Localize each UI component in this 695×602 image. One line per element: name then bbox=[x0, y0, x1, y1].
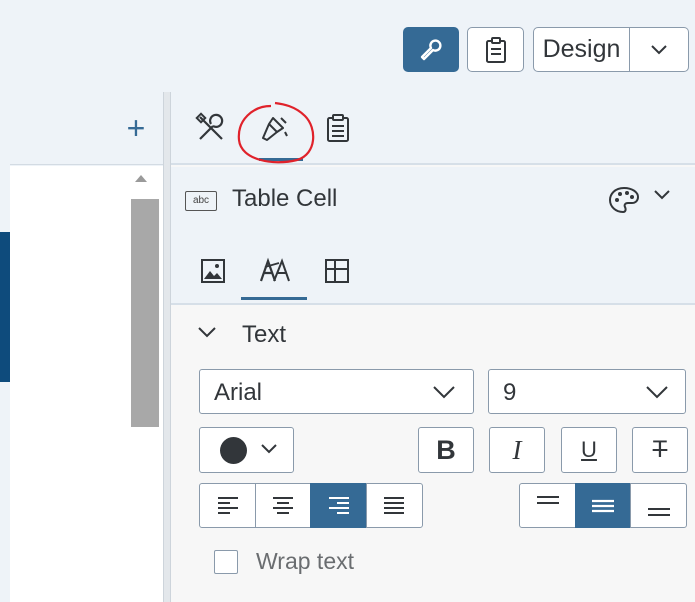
text-color-button[interactable] bbox=[199, 427, 294, 473]
selected-sub-tab-underline bbox=[241, 297, 307, 300]
align-top-icon bbox=[536, 495, 559, 504]
chevron-down-icon bbox=[651, 44, 667, 54]
align-left-button[interactable] bbox=[199, 483, 256, 528]
text-style-icon bbox=[259, 257, 290, 282]
align-center-button[interactable] bbox=[254, 483, 312, 528]
tab-image[interactable] bbox=[193, 251, 233, 291]
chevron-down-icon bbox=[261, 444, 277, 454]
align-top-button[interactable] bbox=[519, 483, 576, 528]
clipboard-button[interactable] bbox=[467, 27, 524, 72]
align-justify-icon bbox=[384, 496, 404, 514]
tools-button[interactable] bbox=[403, 27, 459, 72]
palette-icon[interactable] bbox=[607, 185, 641, 215]
color-swatch bbox=[220, 437, 247, 464]
font-family-select[interactable]: Arial bbox=[199, 369, 474, 414]
wrap-text-label: Wrap text bbox=[256, 548, 354, 574]
left-edge bbox=[0, 92, 10, 232]
align-bottom-icon bbox=[647, 507, 670, 516]
chevron-down-icon bbox=[646, 386, 668, 399]
font-size-value: 9 bbox=[503, 379, 517, 406]
chevron-down-icon bbox=[198, 327, 216, 338]
add-button[interactable]: + bbox=[120, 110, 152, 146]
top-toolbar: Design bbox=[0, 0, 695, 92]
align-left-icon bbox=[217, 496, 238, 514]
bold-button[interactable]: B bbox=[418, 427, 474, 473]
italic-button[interactable]: I bbox=[489, 427, 545, 473]
vertical-align-group bbox=[519, 483, 687, 528]
table-icon bbox=[325, 259, 349, 283]
align-center-icon bbox=[273, 496, 293, 514]
align-right-button[interactable] bbox=[310, 483, 367, 528]
mode-dropdown-button[interactable] bbox=[630, 27, 689, 72]
text-section-header[interactable]: Text bbox=[171, 307, 695, 362]
underline-button[interactable]: U bbox=[561, 427, 617, 473]
font-family-value: Arial bbox=[214, 379, 263, 406]
tab-table[interactable] bbox=[317, 251, 357, 291]
align-middle-button[interactable] bbox=[574, 483, 632, 528]
clipboard-icon bbox=[485, 36, 506, 63]
left-pane-header: + bbox=[10, 94, 163, 165]
tab-builder[interactable] bbox=[189, 106, 233, 150]
scroll-up-arrow[interactable] bbox=[135, 175, 147, 182]
clipboard-icon bbox=[327, 114, 349, 142]
chevron-down-icon[interactable] bbox=[653, 189, 671, 201]
font-size-select[interactable]: 9 bbox=[488, 369, 686, 414]
selection-title: Table Cell bbox=[232, 185, 338, 212]
wrench-icon bbox=[420, 38, 442, 60]
scrollbar-thumb[interactable] bbox=[131, 199, 159, 427]
align-middle-icon bbox=[592, 499, 614, 512]
styling-sub-tabs bbox=[171, 237, 695, 305]
tab-notes[interactable] bbox=[316, 106, 360, 150]
tab-text-style[interactable] bbox=[255, 251, 295, 291]
tools-icon bbox=[195, 112, 224, 140]
red-circle-annotation bbox=[237, 101, 315, 164]
horizontal-align-group bbox=[199, 483, 423, 528]
image-icon bbox=[201, 259, 225, 283]
strikethrough-button[interactable]: T bbox=[632, 427, 688, 473]
align-justify-button[interactable] bbox=[365, 483, 423, 528]
align-bottom-button[interactable] bbox=[630, 483, 687, 528]
wrap-text-checkbox[interactable] bbox=[214, 550, 238, 574]
section-title: Text bbox=[242, 321, 287, 348]
pane-splitter[interactable] bbox=[163, 92, 171, 602]
align-right-icon bbox=[328, 496, 349, 514]
text-cell-icon: abc bbox=[185, 191, 217, 211]
selected-item-indicator bbox=[0, 232, 10, 382]
panel-tab-bar bbox=[171, 92, 695, 165]
chevron-down-icon bbox=[433, 386, 455, 399]
selection-header: abc Table Cell bbox=[171, 167, 695, 237]
mode-select-button[interactable]: Design bbox=[533, 27, 630, 72]
styling-panel: abc Table Cell Text Arial 9 B I U T Wrap… bbox=[171, 92, 695, 602]
